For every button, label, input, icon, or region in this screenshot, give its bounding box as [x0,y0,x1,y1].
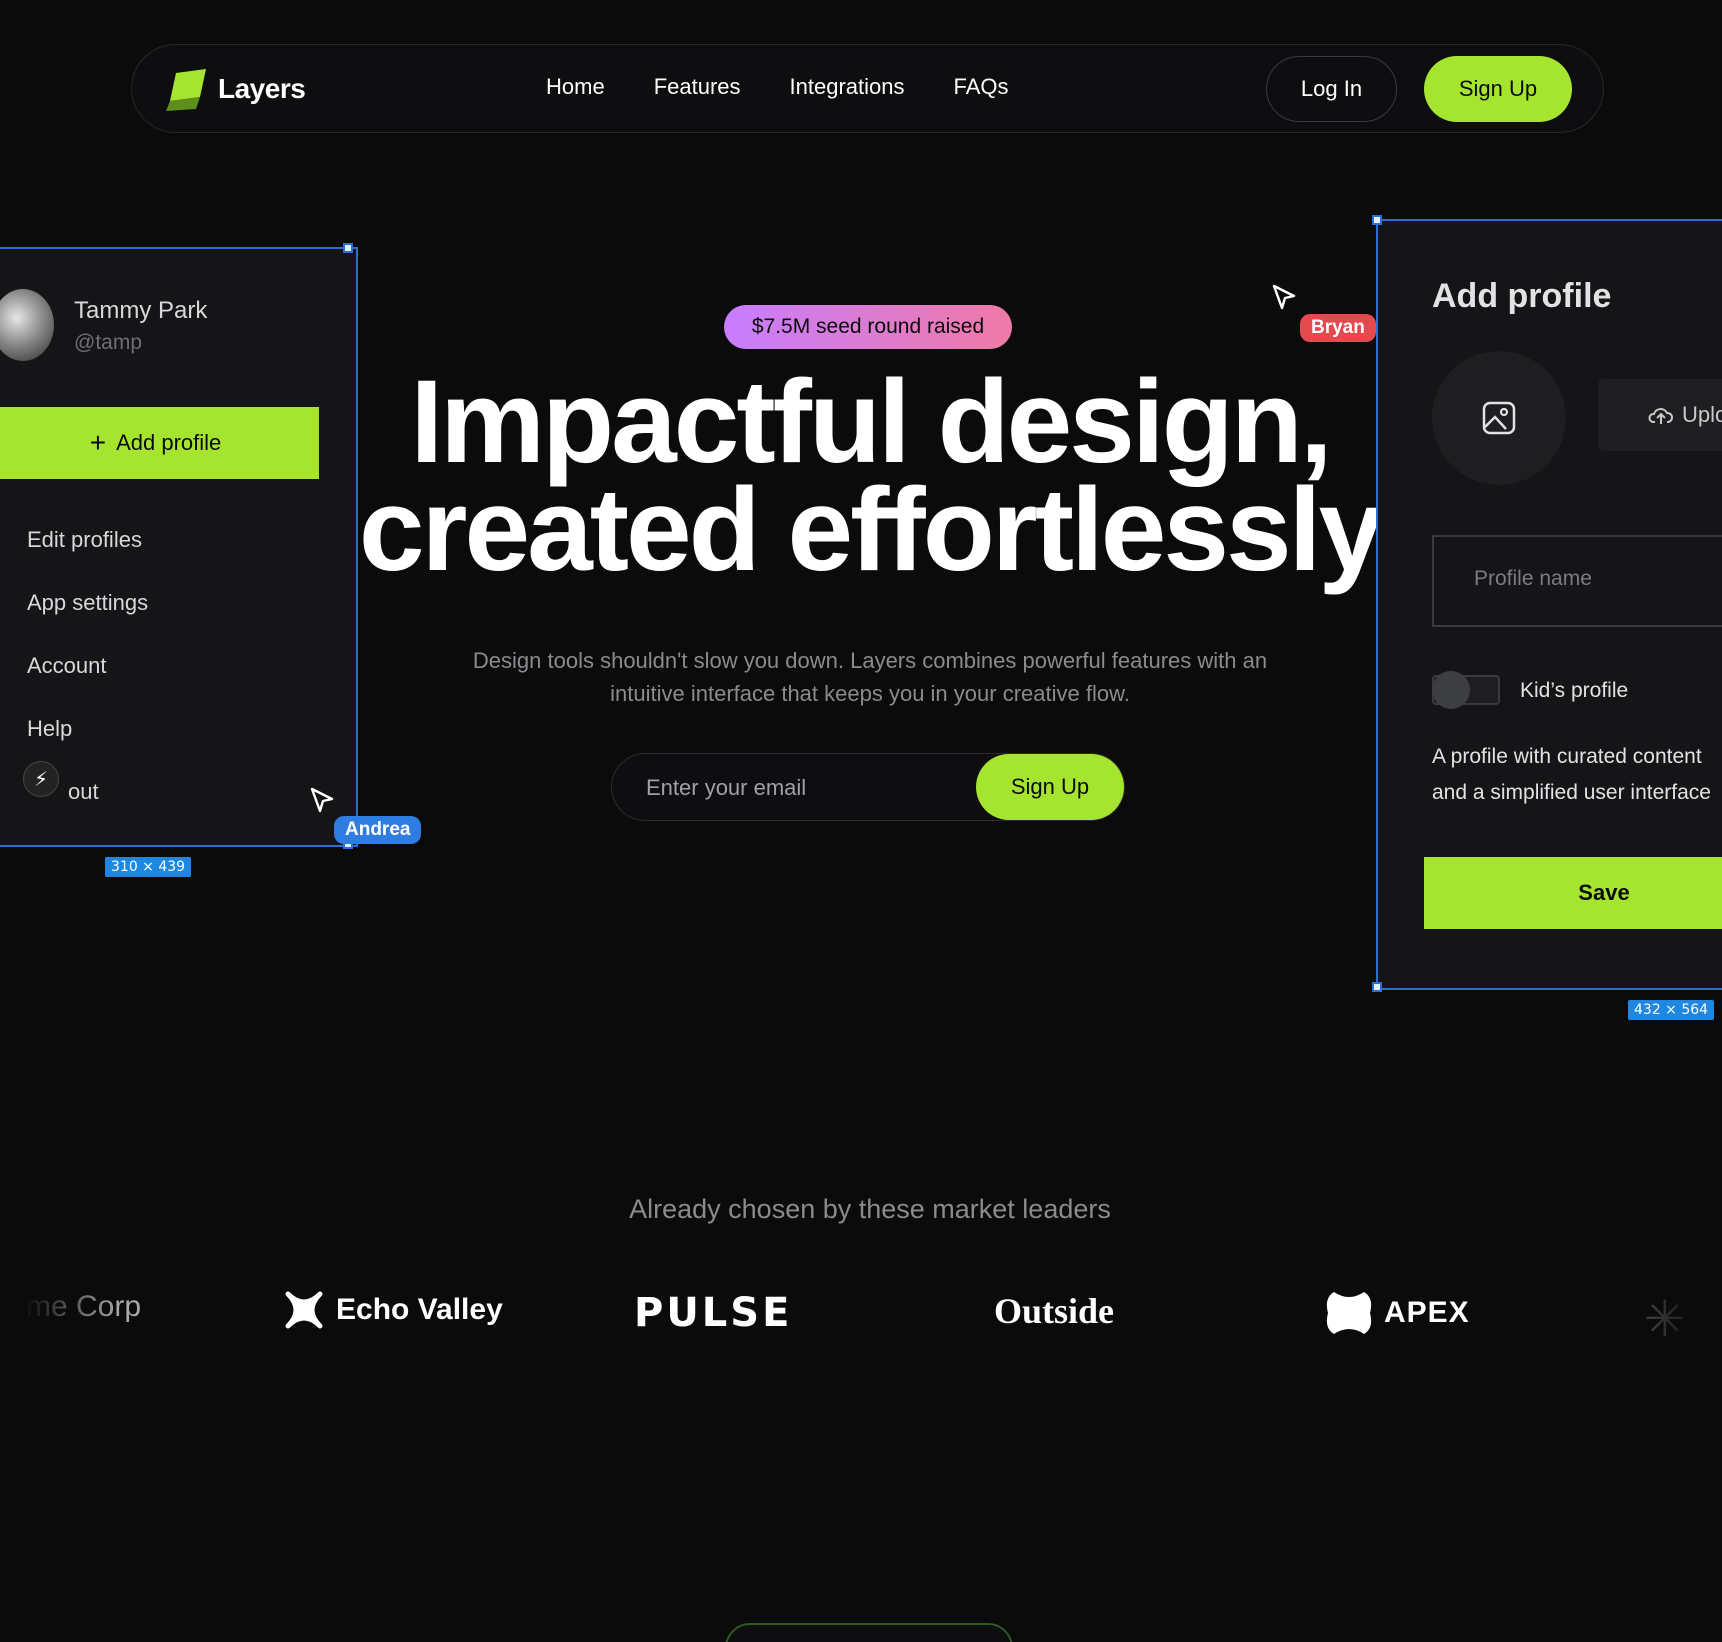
size-tag: 310 × 439 [105,857,192,877]
echo-valley-icon [285,1291,323,1329]
image-icon [1482,401,1516,435]
email-signup-form: Sign Up [611,753,1125,821]
login-button[interactable]: Log In [1266,56,1397,122]
company-logos: me Corp Echo Valley PULSE Outside APEX ✳ [0,1290,1722,1350]
company-logo-apex: APEX [1326,1290,1470,1336]
logout-icon [0,783,8,803]
introducing-pill: INTRODUCING LAYERS [725,1623,1013,1642]
plus-icon: + [89,427,107,458]
company-name: APEX [1384,1296,1470,1329]
logo-fade-right [1562,1270,1722,1370]
company-logo-outside: Outside [994,1290,1114,1332]
nav-link-features[interactable]: Features [654,74,741,100]
layers-logo-icon [166,69,206,111]
company-logo-echo-valley: Echo Valley [284,1290,503,1330]
profile-name-placeholder: Profile name [1474,567,1592,590]
funding-badge: $7.5M seed round raised [724,305,1012,349]
pencil-icon [0,531,8,551]
kids-profile-description: A profile with curated content and a sim… [1432,739,1722,811]
cursor-arrow-icon [310,787,334,813]
hero-title-line2: created effortlessly [358,464,1384,596]
nav-links: Home Features Integrations FAQs [546,74,1009,100]
resize-handle[interactable] [1372,982,1382,992]
email-input[interactable] [646,768,946,808]
company-logo-pulse: PULSE [634,1290,792,1336]
toggle-knob [1432,671,1470,709]
nav-signup-button[interactable]: Sign Up [1424,56,1572,122]
resize-handle[interactable] [1372,215,1382,225]
add-profile-title: Add profile [1432,277,1612,315]
cursor-arrow-icon [1272,284,1296,310]
brand-logo[interactable]: Layers [166,67,306,111]
profile-name-field[interactable]: Profile name [1432,535,1722,627]
bolt-icon[interactable]: ⚡ [23,761,59,797]
kids-profile-toggle[interactable] [1432,671,1500,709]
apex-icon [1326,1292,1372,1334]
avatar [0,289,54,361]
user-handle: @tamp [74,331,143,354]
company-name: Echo Valley [336,1293,503,1326]
menu-item-logout[interactable]: out [68,779,99,805]
top-navigation: Layers Home Features Integrations FAQs L… [131,44,1604,133]
company-name: Outside [994,1291,1115,1331]
upload-button[interactable]: Uplo [1598,379,1722,451]
landing-page: Layers Home Features Integrations FAQs L… [0,0,1722,1642]
save-button[interactable]: Save [1424,857,1722,929]
size-tag: 432 × 564 [1628,1000,1715,1020]
menu-item-app-settings[interactable]: App settings [27,590,148,616]
user-icon [0,657,8,677]
gear-icon [0,594,8,614]
add-profile-label: Add profile [116,430,222,455]
brand-name: Layers [218,73,306,104]
upload-label: Uplo [1682,402,1722,427]
user-name: Tammy Park [74,297,208,324]
resize-handle[interactable] [343,243,353,253]
cursor-name-andrea: Andrea [334,816,422,844]
nav-link-home[interactable]: Home [546,74,605,100]
description-line: and a simplified user interface [1432,781,1711,804]
cursor-name-bryan: Bryan [1300,314,1376,342]
nav-link-faqs[interactable]: FAQs [953,74,1008,100]
menu-item-help[interactable]: Help [27,716,72,742]
add-profile-button[interactable]: + Add profile [0,407,319,479]
cloud-upload-icon [1648,408,1674,424]
hero-signup-button[interactable]: Sign Up [976,754,1124,820]
hero-subtitle: Design tools shouldn't slow you down. La… [472,648,1268,706]
description-line: A profile with curated content [1432,745,1702,768]
menu-item-account[interactable]: Account [27,653,107,679]
logo-fade-left [0,1270,120,1370]
company-name: PULSE [634,1290,793,1336]
hero-heading: Impactful design, created effortlessly [300,363,1440,589]
profile-image-placeholder[interactable] [1432,351,1566,485]
nav-link-integrations[interactable]: Integrations [790,74,905,100]
menu-item-edit-profiles[interactable]: Edit profiles [27,527,142,553]
add-profile-mockup: Add profile Uplo Profile name Kid’s prof… [1372,215,1722,992]
help-icon [0,720,8,740]
kids-profile-label: Kid’s profile [1520,679,1629,702]
leaders-heading: Already chosen by these market leaders [629,1194,1111,1224]
